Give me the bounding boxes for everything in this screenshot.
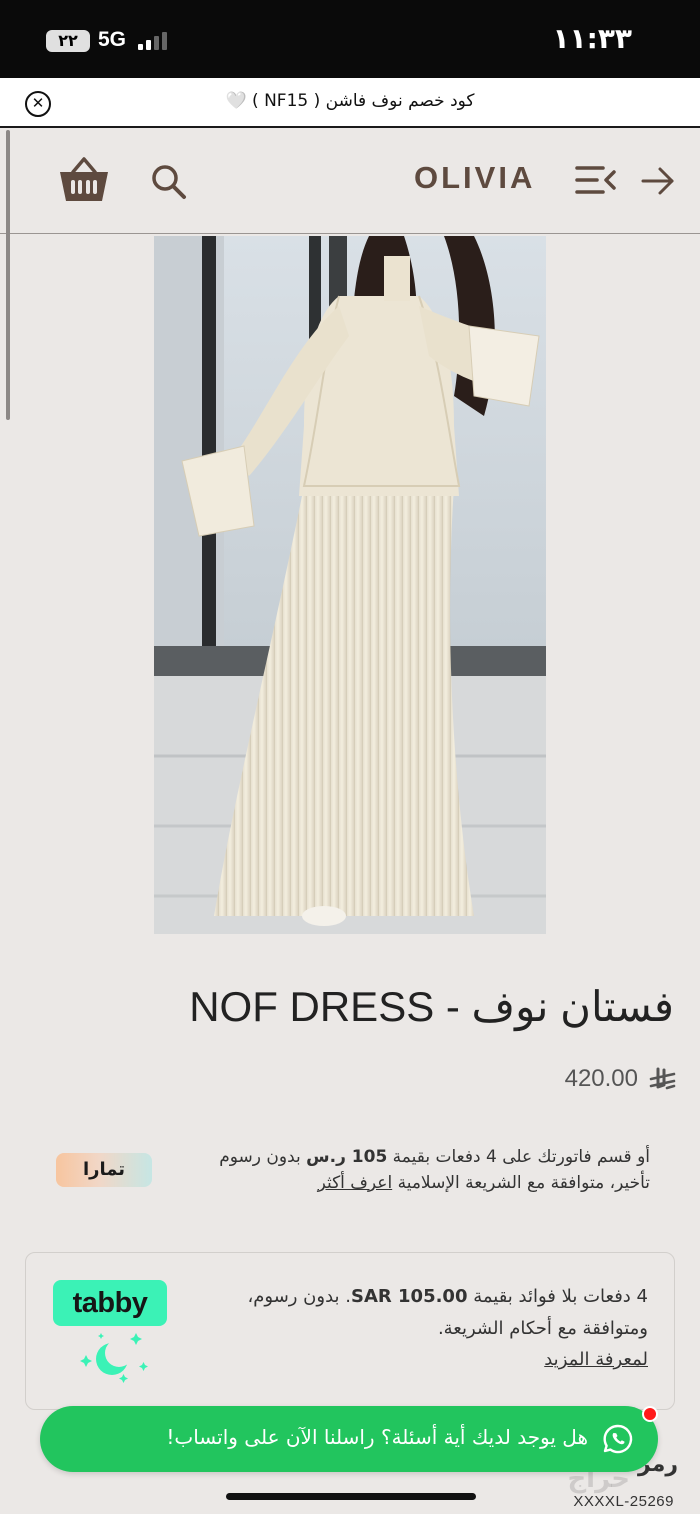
status-bar: ٢٢ 5G ١١:٣٣ <box>0 0 700 78</box>
arrow-right-icon[interactable] <box>640 166 676 196</box>
tamara-text: أو قسم فاتورتك على 4 دفعات بقيمة 105 ر.س… <box>180 1145 650 1196</box>
price-row: 420.00 <box>565 1062 676 1096</box>
network-label: 5G <box>98 28 127 51</box>
tabby-text-1: 4 دفعات بلا فوائد بقيمة <box>467 1286 648 1307</box>
tamara-logo: تمارا <box>56 1153 152 1187</box>
notification-dot <box>642 1406 658 1422</box>
search-icon[interactable] <box>150 163 188 201</box>
tamara-amount: 105 ر.س <box>306 1147 388 1167</box>
whatsapp-text: هل يوجد لديك أية أسئلة؟ راسلنا الآن على … <box>166 1425 588 1449</box>
scrollbar[interactable] <box>6 130 10 420</box>
signal-icon <box>138 32 172 50</box>
tabby-logo: tabby <box>53 1280 167 1326</box>
crescent-moon-icon <box>80 1333 148 1383</box>
tabby-learn-more-link[interactable]: لمعرفة المزيد <box>544 1349 648 1370</box>
cart-icon[interactable] <box>57 154 111 206</box>
whatsapp-chat-button[interactable]: هل يوجد لديك أية أسئلة؟ راسلنا الآن على … <box>40 1406 658 1472</box>
watermark-code: XXXXL-25269 <box>573 1493 674 1510</box>
status-time: ١١:٣٣ <box>552 22 632 55</box>
battery-icon: ٢٢ <box>46 30 90 52</box>
site-header: OLIVIA <box>0 130 700 234</box>
whatsapp-icon <box>603 1424 633 1454</box>
tamara-text-1: أو قسم فاتورتك على 4 دفعات بقيمة <box>387 1147 650 1167</box>
tamara-installments: أو قسم فاتورتك على 4 دفعات بقيمة 105 ر.س… <box>56 1145 650 1205</box>
brand-logo[interactable]: OLIVIA <box>414 160 535 196</box>
tabby-amount: SAR 105.00 <box>351 1286 468 1307</box>
promo-banner: ✕ كود خصم نوف فاشن ( NF15 ) 🤍 <box>0 78 700 128</box>
promo-text: كود خصم نوف فاشن ( NF15 ) 🤍 <box>225 91 475 111</box>
product-price: 420.00 <box>564 1065 638 1092</box>
home-indicator[interactable] <box>226 1493 476 1500</box>
saudi-riyal-symbol-icon <box>649 1067 676 1090</box>
tamara-learn-more-link[interactable]: اعرف أكثر <box>318 1173 393 1193</box>
tabby-installments-card: 4 دفعات بلا فوائد بقيمة SAR 105.00. بدون… <box>25 1252 675 1410</box>
product-title: فستان نوف - NOF DRESS <box>189 983 674 1030</box>
tabby-text: 4 دفعات بلا فوائد بقيمة SAR 105.00. بدون… <box>228 1281 648 1376</box>
menu-icon[interactable] <box>575 164 617 196</box>
product-photo[interactable] <box>154 236 546 934</box>
